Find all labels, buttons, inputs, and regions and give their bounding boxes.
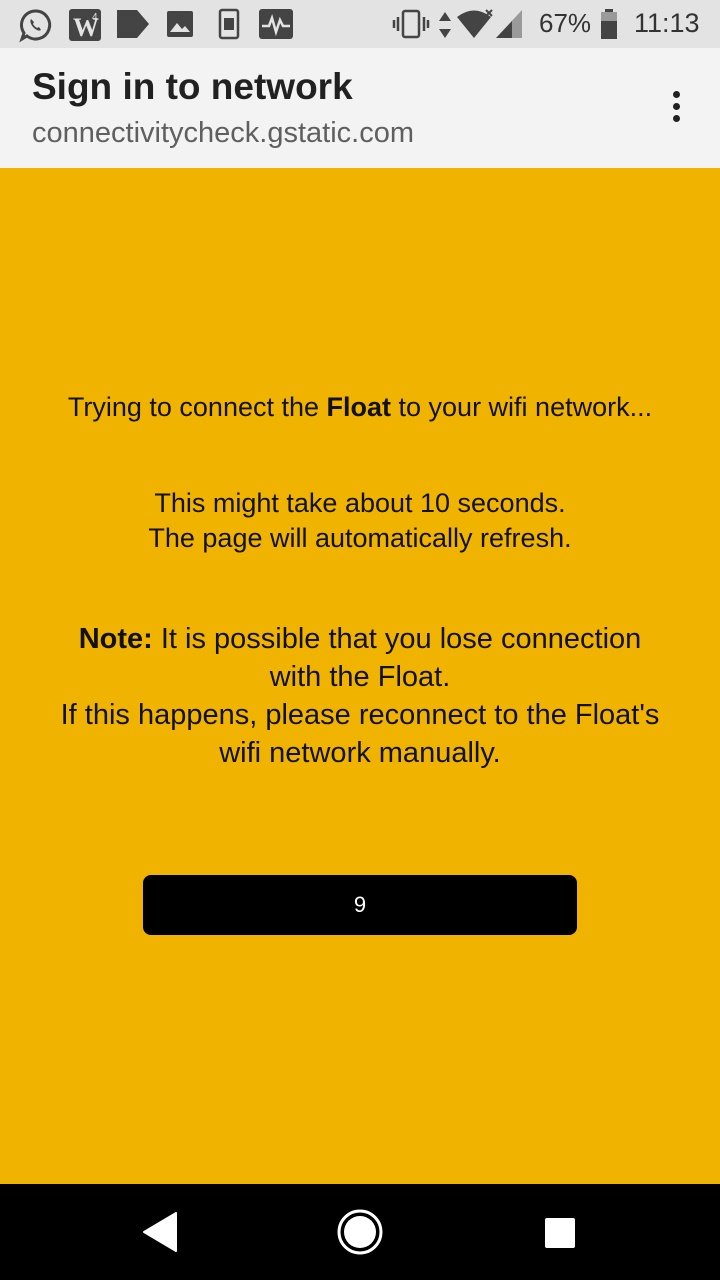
play-icon [117, 10, 149, 38]
app-bar: Sign in to network connectivitycheck.gst… [0, 48, 720, 168]
sim-icon [218, 8, 240, 40]
web-content: Trying to connect the Float to your wifi… [0, 168, 720, 1184]
image-icon [167, 11, 193, 37]
device-name: Float [326, 392, 392, 422]
data-arrows-icon [439, 12, 451, 38]
countdown-button[interactable]: 9 [143, 875, 577, 935]
clock: 11:13 [634, 8, 700, 38]
page-title: Sign in to network [32, 66, 353, 107]
note-message: Note: It is possible that you lose conne… [60, 623, 660, 769]
wait-message: This might take about 10 seconds. The pa… [148, 488, 572, 553]
connecting-message: Trying to connect the Float to your wifi… [67, 392, 653, 422]
home-icon[interactable] [335, 1207, 385, 1257]
status-bar: W 4 67% 11:13 [0, 0, 720, 48]
overflow-menu-icon[interactable] [652, 80, 700, 132]
activity-icon [259, 9, 293, 39]
battery-percent: 67% [539, 8, 592, 38]
note-label: Note: [78, 623, 153, 655]
wifi-icon [457, 9, 493, 38]
vibrate-icon [392, 9, 430, 39]
page-url: connectivitycheck.gstatic.com [32, 117, 414, 149]
back-icon[interactable] [140, 1210, 180, 1254]
navigation-bar [0, 1184, 720, 1280]
svg-text:4: 4 [92, 12, 98, 23]
whatsapp-icon [19, 9, 52, 43]
signal-icon [496, 10, 522, 38]
battery-icon [601, 9, 617, 39]
w-notification-icon: W 4 [69, 9, 101, 42]
recents-icon[interactable] [543, 1216, 577, 1250]
